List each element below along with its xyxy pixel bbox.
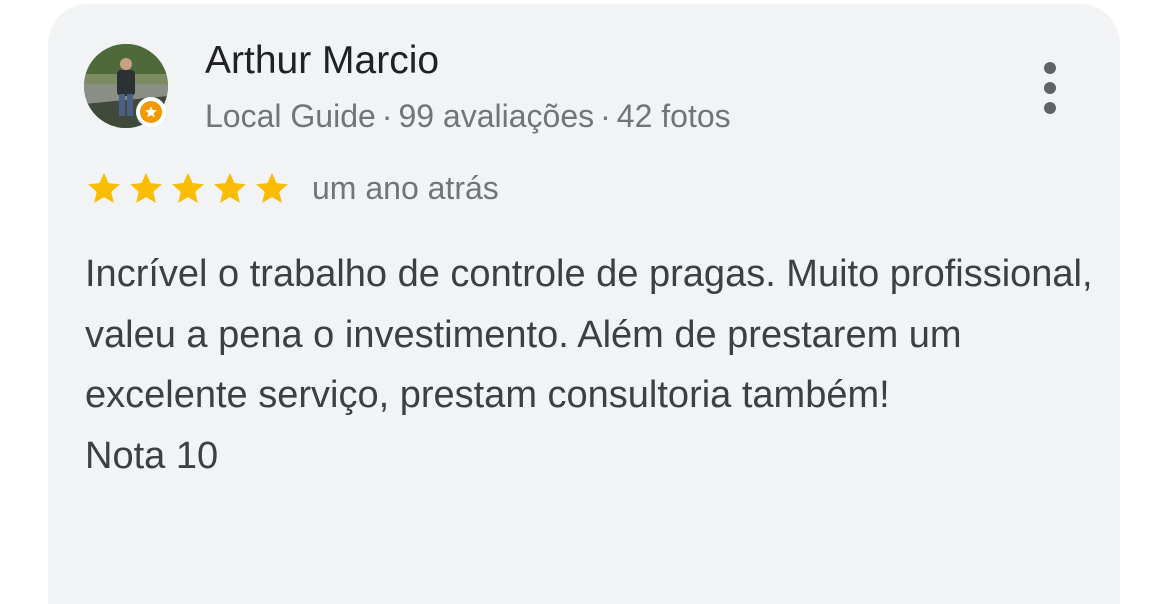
star-icon xyxy=(130,172,162,203)
local-guide-star-icon xyxy=(145,106,157,118)
more-vert-icon xyxy=(1044,62,1056,74)
review-time: um ano atrás xyxy=(312,170,499,206)
review-note: Nota 10 xyxy=(85,434,219,477)
more-vert-icon-dot xyxy=(1044,102,1056,114)
meta-separator: · xyxy=(381,98,393,134)
local-guide-label: Local Guide xyxy=(205,98,376,134)
local-guide-badge xyxy=(136,97,166,127)
more-vert-icon-dot xyxy=(1044,82,1056,94)
reviews-count: 99 avaliações xyxy=(398,98,595,134)
star-icon xyxy=(256,172,288,203)
star-icon xyxy=(88,172,120,203)
review-text: Incrível o trabalho de controle de praga… xyxy=(85,253,1093,416)
meta-separator: · xyxy=(600,98,611,134)
author-name[interactable]: Arthur Marcio xyxy=(205,38,439,84)
star-icon xyxy=(172,172,204,203)
more-options-button[interactable] xyxy=(1030,58,1070,118)
star-icon xyxy=(214,172,246,203)
photos-count: 42 fotos xyxy=(616,98,731,134)
star-rating xyxy=(84,170,292,208)
review-body: Incrível o trabalho de controle de praga… xyxy=(85,244,1095,486)
author-meta: Local Guide · 99 avaliações · 42 fotos xyxy=(205,96,731,136)
